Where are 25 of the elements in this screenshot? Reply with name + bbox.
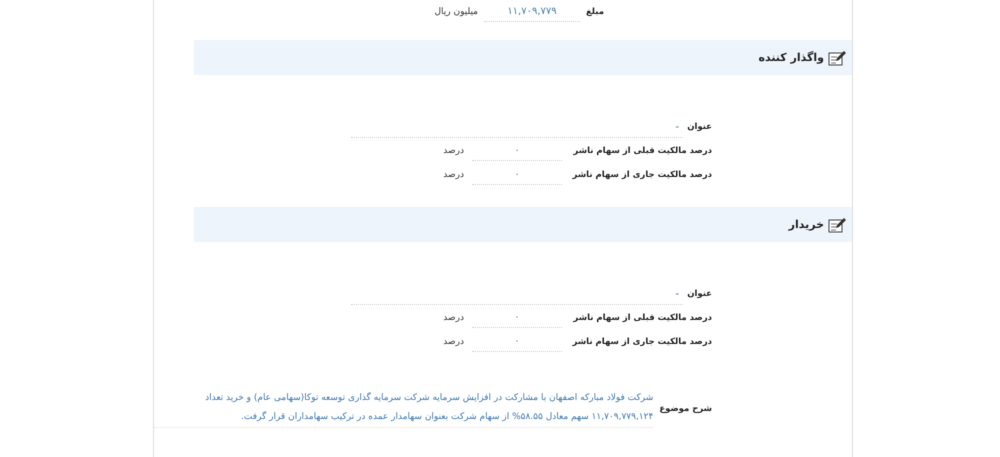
percent-value: ۰: [472, 165, 562, 185]
field-label: عنوان: [687, 122, 712, 132]
unit-label: درصد: [443, 146, 465, 156]
field-label: عنوان: [687, 289, 712, 299]
section-title: خریدار: [788, 218, 824, 231]
title-value: -: [351, 116, 684, 138]
unit-label: درصد: [443, 313, 465, 323]
unit-label: درصد: [443, 170, 465, 180]
field-label: درصد مالکیت جاری از سهام ناشر: [572, 170, 712, 180]
edit-note-icon: [828, 216, 846, 232]
section-title: واگذار کننده: [758, 51, 824, 64]
unit-label: درصد: [443, 337, 465, 347]
percent-value: ۰: [472, 141, 562, 161]
field-label: درصد مالکیت قبلی از سهام ناشر: [573, 146, 712, 156]
field-label: درصد مالکیت جاری از سهام ناشر: [572, 337, 712, 347]
field-label: شرح موضوع: [659, 404, 712, 414]
field-label: درصد مالکیت قبلی از سهام ناشر: [573, 313, 712, 323]
percent-value: ۰: [472, 308, 562, 328]
unit-label: میلیون ریال: [434, 7, 479, 17]
edit-note-icon: [828, 50, 846, 66]
field-label: مبلغ: [586, 7, 604, 17]
percent-value: ۰: [472, 332, 562, 352]
title-value: -: [351, 284, 684, 304]
amount-value: ۱۱,۷۰۹,۷۷۹: [484, 2, 580, 22]
description-text: شرکت فولاد مبارکه اصفهان با مشارکت در افزایش سرمایه شرکت سرمایه گذاری توسعه توکا(سهامی عام) و خرید تعداد ۱۱,۷۰۹,۷۷۹,۱۲۴ سهم معادل ۵۸.۵۵% از سهام شرکت بعنوان سهامدار عمده در ترکیب سهامداران قرار گرفت.: [154, 389, 654, 428]
